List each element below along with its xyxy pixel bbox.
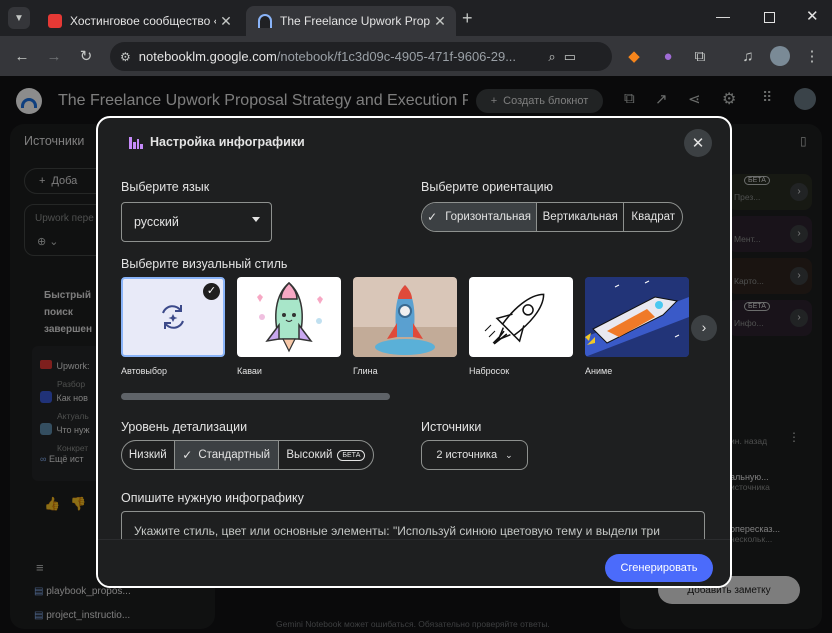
orientation-label-text: Квадрат (631, 211, 675, 223)
detail-label-text: Высокий (286, 449, 333, 461)
style-card-sketch[interactable] (469, 277, 573, 357)
carousel-scrollbar-thumb[interactable] (121, 393, 390, 400)
profile-avatar[interactable] (768, 44, 792, 68)
site-info-icon[interactable]: ⚙ (120, 50, 131, 64)
reload-button[interactable]: ↻ (74, 44, 98, 68)
browser-tab-bar: ▼ Хостинговое сообщество «Tim ✕ The Free… (0, 0, 832, 36)
detail-label: Уровень детализации (121, 420, 248, 434)
describe-label: Опишите нужную инфографику (121, 491, 304, 505)
install-app-icon[interactable]: ▭ (564, 49, 576, 65)
infographic-icon (129, 137, 143, 149)
back-button[interactable]: ← (10, 44, 34, 68)
browser-menu-icon[interactable]: ⋮ (800, 44, 824, 68)
detail-label-text: Низкий (128, 449, 167, 461)
style-name-sketch: Набросок (469, 366, 510, 376)
style-name-clay: Глина (353, 366, 378, 376)
language-label: Выберите язык (121, 180, 210, 194)
detail-high[interactable]: Высокий БЕТА (279, 441, 373, 469)
youtube-icon (48, 14, 62, 28)
dialog-title: Настройка инфографики (150, 135, 305, 149)
style-name-auto: Автовыбор (121, 366, 168, 376)
orientation-label: Выберите ориентацию (421, 180, 554, 194)
detail-label-text: Стандартный (198, 449, 271, 461)
language-select[interactable]: русский (121, 202, 272, 242)
describe-placeholder: Укажите стиль, цвет или основные элемент… (134, 524, 660, 538)
kawaii-rocket-image (257, 281, 323, 353)
maximize-button[interactable] (764, 12, 775, 23)
detail-low[interactable]: Низкий (122, 441, 175, 469)
close-tab-icon[interactable]: ✕ (216, 13, 236, 30)
sources-dropdown[interactable]: 2 источника ⌄ (421, 440, 528, 470)
generate-label: Сгенерировать (620, 562, 698, 574)
infographic-settings-dialog: Настройка инфографики ✕ Выберите язык ру… (96, 116, 732, 588)
detail-standard[interactable]: ✓ Стандартный (174, 441, 279, 469)
style-carousel-fade (689, 277, 730, 405)
orientation-segmented: ✓ Горизонтальная Вертикальная Квадрат (421, 202, 683, 232)
chevron-down-icon: ⌄ (505, 449, 513, 460)
tab-notebook[interactable]: The Freelance Upwork Proposal ✕ (246, 6, 456, 36)
address-bar[interactable]: ⚙ notebooklm.google.com /notebook/f1c3d0… (110, 42, 612, 71)
orientation-horizontal[interactable]: ✓ Горизонтальная (422, 203, 538, 231)
new-tab-button[interactable]: + (462, 8, 473, 29)
clay-rocket-image (353, 285, 457, 357)
style-card-anime[interactable] (585, 277, 689, 357)
style-label: Выберите визуальный стиль (121, 257, 288, 271)
generate-button[interactable]: Сгенерировать (605, 554, 713, 582)
extensions-puzzle-icon[interactable]: ⧉ (688, 44, 712, 68)
style-card-kawaii[interactable] (237, 277, 341, 357)
orientation-vertical[interactable]: Вертикальная (537, 203, 625, 231)
orientation-label-text: Горизонтальная (445, 211, 531, 223)
close-tab-icon[interactable]: ✕ (430, 13, 450, 30)
minimize-button[interactable]: — (716, 8, 730, 24)
detail-segmented: Низкий ✓ Стандартный Высокий БЕТА (121, 440, 374, 470)
media-control-icon[interactable]: ♫ (736, 44, 760, 68)
sources-value: 2 источника (436, 449, 498, 461)
check-icon: ✓ (427, 210, 438, 224)
metamask-icon[interactable]: ◆ (622, 44, 646, 68)
tab-title: Хостинговое сообщество «Tim (70, 14, 216, 28)
orientation-label-text: Вертикальная (542, 211, 618, 223)
close-dialog-button[interactable]: ✕ (684, 129, 712, 157)
style-name-anime: Аниме (585, 366, 613, 376)
check-icon: ✓ (182, 448, 193, 462)
tab-hosting[interactable]: Хостинговое сообщество «Tim ✕ (36, 6, 242, 36)
anime-ship-image (585, 277, 689, 357)
selected-check-icon: ✓ (203, 283, 220, 300)
tab-title: The Freelance Upwork Proposal (280, 14, 430, 28)
zoom-icon[interactable]: ⌕ (548, 49, 555, 65)
close-window-button[interactable]: ✕ (806, 7, 819, 25)
forward-button[interactable]: → (42, 44, 66, 68)
carousel-next-button[interactable]: › (691, 315, 717, 341)
sketch-rocket-image (484, 293, 545, 345)
dropdown-arrow-icon (252, 217, 260, 222)
extension-icon[interactable]: ● (656, 44, 680, 68)
style-name-kawaii: Каваи (237, 366, 262, 376)
style-card-clay[interactable] (353, 277, 457, 357)
orientation-square[interactable]: Квадрат (624, 203, 682, 231)
tab-search-button[interactable]: ▼ (8, 7, 30, 29)
sources-label: Источники (421, 420, 482, 434)
url-host: notebooklm.google.com (138, 49, 277, 64)
url-path: /notebook/f1c3d09c-4905-471f-9606-29... (276, 49, 517, 64)
notebooklm-icon (258, 14, 272, 28)
language-value: русский (134, 215, 179, 229)
beta-badge: БЕТА (337, 449, 366, 461)
style-card-auto[interactable]: ✓ (121, 277, 225, 357)
